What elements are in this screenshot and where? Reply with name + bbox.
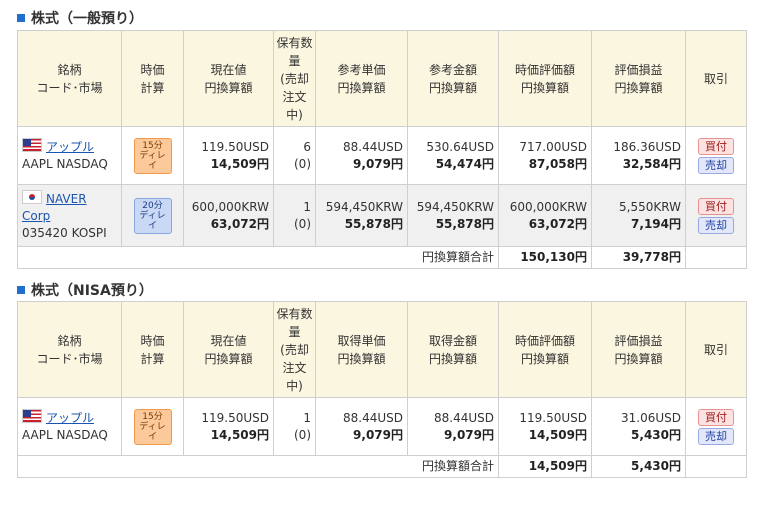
header-trade: 取引 bbox=[685, 301, 747, 398]
kr-flag-icon bbox=[22, 189, 42, 204]
header-trade: 取引 bbox=[685, 30, 747, 127]
buy-button[interactable]: 買付 bbox=[698, 137, 734, 155]
header-market-value: 時価評価額 円換算額 bbox=[498, 30, 592, 127]
total-row: 円換算額合計 14,509円 5,430円 bbox=[17, 455, 747, 478]
header-ref-amount: 参考金額 円換算額 bbox=[407, 30, 499, 127]
total-pl: 39,778円 bbox=[591, 246, 686, 269]
header-name: 銘柄 コード･市場 bbox=[17, 30, 122, 127]
table-row: アップル AAPL NASDAQ 15分 ディレイ 119.50USD 14,509円… bbox=[17, 126, 747, 185]
square-bullet-icon bbox=[17, 14, 25, 22]
header-name: 銘柄 コード･市場 bbox=[17, 301, 122, 398]
header-price-calc: 時価 計算 bbox=[121, 301, 184, 398]
header-current-price: 現在値 円換算額 bbox=[183, 301, 274, 398]
total-label: 円換算額合計 bbox=[17, 246, 499, 269]
buy-button[interactable]: 買付 bbox=[698, 197, 734, 215]
sell-button[interactable]: 売却 bbox=[698, 216, 734, 234]
total-value: 150,130円 bbox=[498, 246, 592, 269]
delay-badge: 15分 ディレイ bbox=[133, 137, 172, 174]
table-row: NAVER Corp 035420 KOSPI 20分 ディレイ 600,000KR… bbox=[17, 184, 747, 247]
total-label: 円換算額合計 bbox=[17, 455, 499, 478]
header-acq-amount: 取得金額 円換算額 bbox=[407, 301, 499, 398]
section-title-nisa: 株式（NISA預り） bbox=[17, 280, 153, 300]
us-flag-icon bbox=[22, 138, 42, 152]
holdings-table-general: 銘柄 コード･市場 時価 計算 現在値 円換算額 保有数量 (売却 注文 中) 参考単価 円換… bbox=[17, 30, 747, 269]
header-ref-unit: 参考単価 円換算額 bbox=[315, 30, 408, 127]
delay-badge: 20分 ディレイ bbox=[133, 197, 172, 234]
total-value: 14,509円 bbox=[498, 455, 592, 478]
stock-link-aapl[interactable]: アップル bbox=[46, 411, 94, 425]
header-qty: 保有数量 (売却 注文 中) bbox=[273, 30, 316, 127]
header-pl: 評価損益 円換算額 bbox=[591, 30, 686, 127]
header-current-price: 現在値 円換算額 bbox=[183, 30, 274, 127]
sell-button[interactable]: 売却 bbox=[698, 427, 734, 445]
header-qty: 保有数量 (売却 注文 中) bbox=[273, 301, 316, 398]
table-row: アップル AAPL NASDAQ 15分 ディレイ 119.50USD 14,509円… bbox=[17, 397, 747, 456]
section-title-general: 株式（一般預り） bbox=[17, 8, 143, 28]
header-price-calc: 時価 計算 bbox=[121, 30, 184, 127]
us-flag-icon bbox=[22, 409, 42, 423]
header-pl: 評価損益 円換算額 bbox=[591, 301, 686, 398]
delay-badge: 15分 ディレイ bbox=[133, 408, 172, 445]
total-pl: 5,430円 bbox=[591, 455, 686, 478]
holdings-table-nisa: 銘柄 コード･市場 時価 計算 現在値 円換算額 保有数量 (売却 注文 中) 取得単価 円換… bbox=[17, 301, 747, 478]
stock-link-aapl[interactable]: アップル bbox=[46, 140, 94, 154]
buy-button[interactable]: 買付 bbox=[698, 408, 734, 426]
square-bullet-icon bbox=[17, 286, 25, 294]
sell-button[interactable]: 売却 bbox=[698, 156, 734, 174]
total-row: 円換算額合計 150,130円 39,778円 bbox=[17, 246, 747, 269]
header-market-value: 時価評価額 円換算額 bbox=[498, 301, 592, 398]
header-acq-unit: 取得単価 円換算額 bbox=[315, 301, 408, 398]
